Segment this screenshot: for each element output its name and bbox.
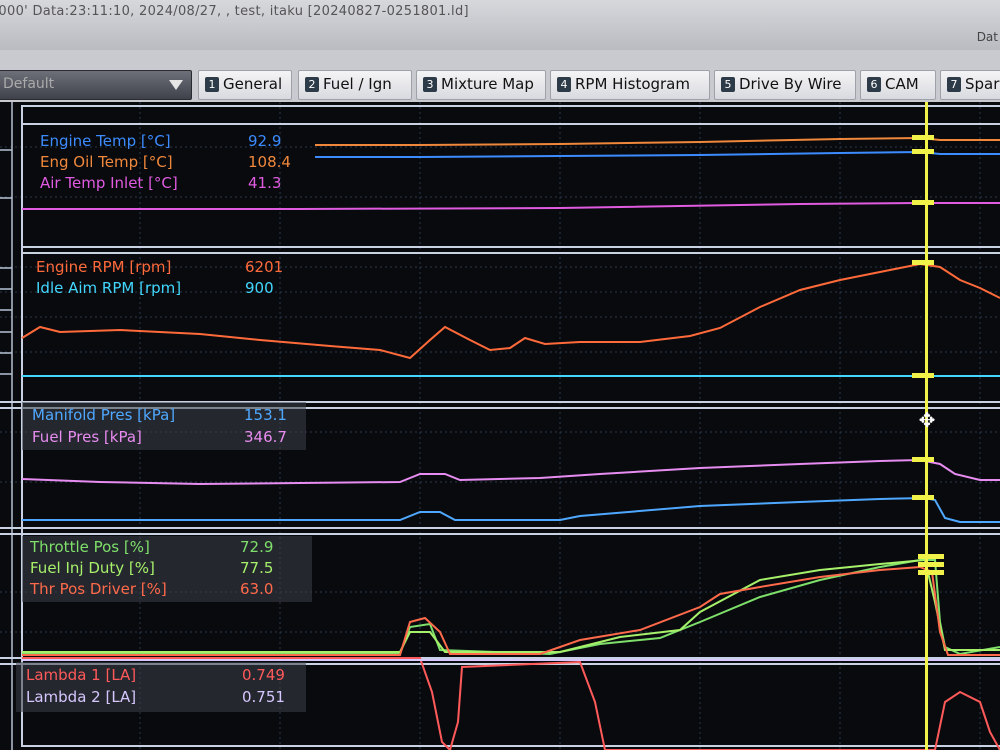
tab-label: Spar: [965, 75, 1000, 93]
tab-spark[interactable]: 7 Spar: [940, 70, 1000, 100]
move-cursor-icon[interactable]: ✥: [915, 408, 939, 432]
tab-label: Mixture Map: [441, 75, 534, 93]
title-right-text: Dat: [976, 30, 998, 44]
plot-area[interactable]: Engine Temp [°C] 92.9 Eng Oil Temp [°C] …: [0, 102, 1000, 750]
tab-mixture-map[interactable]: 3 Mixture Map: [416, 70, 546, 100]
preset-select[interactable]: Default: [0, 70, 192, 100]
trace-engine-temp: [315, 150, 1000, 158]
channel-value-lambda-2: 0.751: [242, 688, 285, 706]
trace-air-temp: [22, 202, 1000, 210]
channel-value-manifold-pres: 153.1: [244, 406, 287, 424]
trace-oil-temp: [315, 136, 1000, 146]
tab-fuel-ign[interactable]: 2 Fuel / Ign: [298, 70, 412, 100]
tab-drive-by-wire[interactable]: 5 Drive By Wire: [714, 70, 856, 100]
channel-value-engine-rpm: 6201: [245, 258, 284, 276]
tab-number-badge: 3: [423, 77, 437, 92]
tab-general[interactable]: 1 General: [198, 70, 292, 100]
window-title: .000' Data:23:11:10, 2024/08/27, , test,…: [0, 4, 469, 19]
channel-label-thr-pos-driver: Thr Pos Driver [%]: [30, 580, 167, 598]
tab-number-badge: 6: [867, 77, 881, 92]
channel-value-idle-aim-rpm: 900: [245, 279, 274, 297]
channel-value-thr-pos-driver: 63.0: [240, 580, 274, 598]
channel-value-throttle-pos: 72.9: [240, 538, 274, 556]
tab-label: Drive By Wire: [739, 75, 842, 93]
channel-value-oil-temp: 108.4: [248, 153, 291, 171]
tab-number-badge: 4: [557, 77, 571, 92]
channel-label-lambda-1: Lambda 1 [LA]: [26, 666, 137, 684]
left-axis: [0, 102, 13, 750]
tab-rpm-histogram[interactable]: 4 RPM Histogram: [550, 70, 710, 100]
channel-value-engine-temp: 92.9: [248, 132, 282, 150]
channel-label-air-temp: Air Temp Inlet [°C]: [40, 174, 178, 192]
channel-label-idle-aim-rpm: Idle Aim RPM [rpm]: [36, 279, 182, 297]
tab-label: RPM Histogram: [575, 75, 690, 93]
chevron-down-icon[interactable]: [169, 80, 183, 90]
tab-label: Fuel / Ign: [323, 75, 392, 93]
channel-label-fuel-inj-duty: Fuel Inj Duty [%]: [30, 559, 155, 577]
tab-number-badge: 7: [947, 77, 961, 92]
tab-number-badge: 5: [721, 77, 735, 92]
preset-label: Default: [3, 76, 55, 92]
tab-label: General: [223, 75, 283, 93]
channel-value-lambda-1: 0.749: [242, 666, 285, 684]
trace-fuel-pres: [21, 458, 1000, 486]
channel-label-throttle-pos: Throttle Pos [%]: [30, 538, 150, 556]
tab-number-badge: 1: [205, 77, 219, 92]
channel-value-fuel-pres: 346.7: [244, 428, 287, 446]
channel-value-air-temp: 41.3: [248, 174, 282, 192]
tab-cam[interactable]: 6 CAM: [860, 70, 936, 100]
tab-number-badge: 2: [305, 77, 319, 92]
channel-label-fuel-pres: Fuel Pres [kPa]: [32, 428, 142, 446]
channel-label-lambda-2: Lambda 2 [LA]: [26, 688, 137, 706]
title-bar: .000' Data:23:11:10, 2024/08/27, , test,…: [0, 0, 1000, 50]
tab-label: CAM: [885, 75, 919, 93]
channel-label-manifold-pres: Manifold Pres [kPa]: [32, 406, 176, 424]
trace-manifold-pres: [22, 496, 1000, 523]
channel-label-engine-temp: Engine Temp [°C]: [40, 132, 171, 150]
channel-label-oil-temp: Eng Oil Temp [°C]: [40, 153, 173, 171]
channel-value-fuel-inj-duty: 77.5: [240, 559, 274, 577]
channel-label-engine-rpm: Engine RPM [rpm]: [36, 258, 172, 276]
